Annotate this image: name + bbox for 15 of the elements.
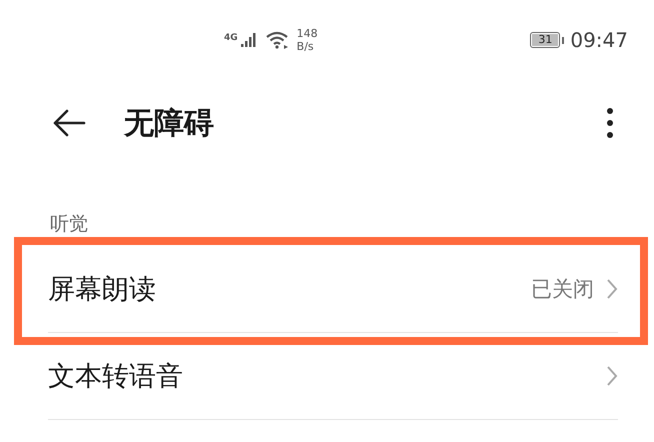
speed-unit: B/s	[296, 40, 315, 53]
page-title: 无障碍	[124, 104, 215, 142]
wifi-icon	[266, 31, 290, 49]
back-icon[interactable]	[52, 109, 86, 137]
more-icon[interactable]	[606, 107, 614, 139]
battery-icon: 31	[530, 32, 560, 48]
network-type: 4G	[224, 33, 238, 43]
signal-icon	[240, 33, 257, 47]
clock-time: 09:47	[570, 28, 628, 52]
settings-item[interactable]: 文本转语音	[48, 333, 618, 420]
chevron-icon	[606, 365, 618, 387]
section-title: 听觉	[49, 212, 89, 237]
speed-value: 148	[296, 27, 318, 40]
chevron-icon	[606, 278, 618, 300]
settings-item[interactable]: 屏幕朗读 已关闭	[48, 246, 618, 333]
